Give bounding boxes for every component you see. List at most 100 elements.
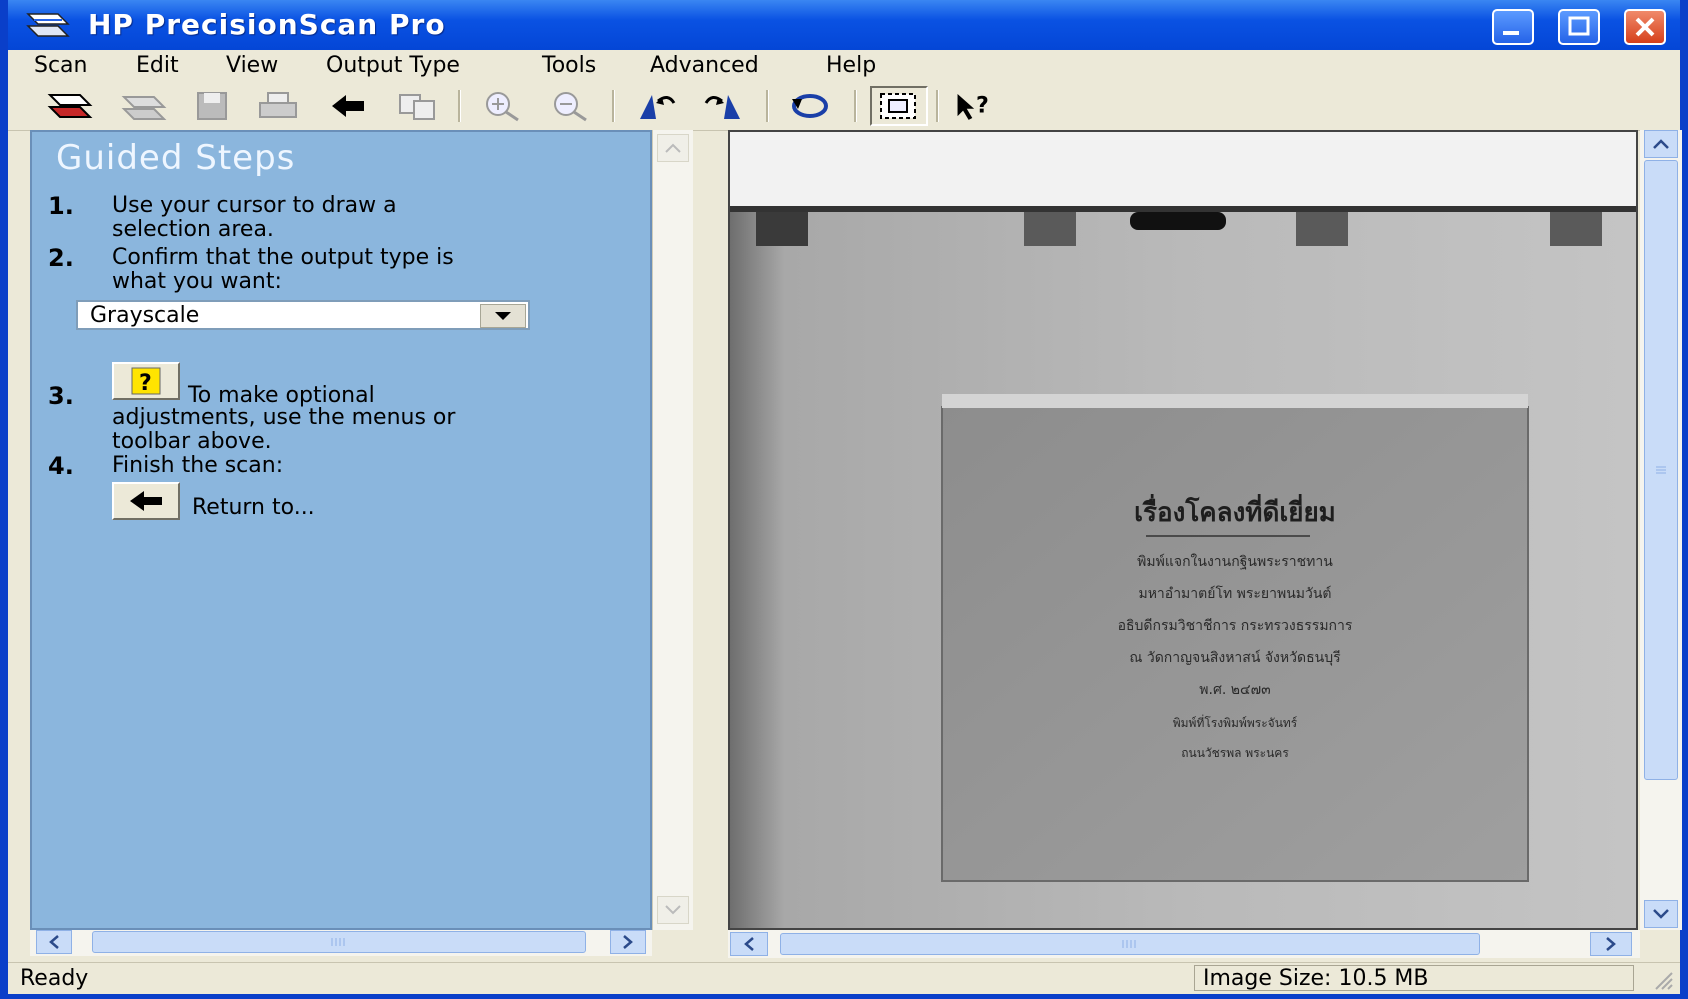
menu-view[interactable]: View <box>226 53 278 78</box>
app-window: HP PrecisionScan Pro Scan Edit View Outp… <box>0 0 1688 999</box>
status-bar: Ready Image Size: 10.5 MB <box>8 962 1680 994</box>
step-1-line1: Use your cursor to draw a <box>112 193 397 218</box>
grip-icon <box>1122 940 1136 948</box>
chevron-up-icon <box>665 143 681 153</box>
status-text: Ready <box>20 966 89 991</box>
scroll-up-button[interactable] <box>657 134 689 162</box>
scroll-down-button[interactable] <box>657 896 689 924</box>
menu-output-type[interactable]: Output Type <box>326 53 460 78</box>
status-image-size-panel: Image Size: 10.5 MB <box>1194 965 1634 991</box>
left-vertical-scrollbar[interactable] <box>652 130 693 930</box>
return-label: Return to... <box>192 495 315 520</box>
toolbar-separator <box>612 90 615 122</box>
book-line: อธิบดีกรมวิชาชีการ กระทรวงธรรมการ <box>1117 618 1353 634</box>
scroll-up-button[interactable] <box>1644 130 1678 158</box>
step-2-line2: what you want: <box>112 269 282 294</box>
dropdown-button[interactable] <box>480 304 526 328</box>
step-4-text: Finish the scan: <box>112 453 284 478</box>
chevron-down-icon <box>665 905 681 915</box>
chevron-right-icon <box>623 935 633 949</box>
copy-icon[interactable] <box>394 88 442 124</box>
scroll-right-button[interactable] <box>1590 932 1632 956</box>
chevron-up-icon <box>1653 139 1669 149</box>
svg-text:?: ? <box>139 371 152 396</box>
return-button[interactable] <box>112 482 180 520</box>
help-icon: ? <box>131 367 161 396</box>
book-line: ถนนวัชรพล พระนคร <box>1181 746 1289 760</box>
resize-grip-icon[interactable] <box>1650 969 1674 991</box>
book-line: พ.ศ. ๒๔๗๓ <box>1199 682 1271 698</box>
flip-right-icon[interactable] <box>700 88 748 124</box>
menu-edit[interactable]: Edit <box>136 53 179 78</box>
scroll-thumb[interactable] <box>780 933 1480 955</box>
select-area-button[interactable] <box>870 86 928 126</box>
toolbar-separator <box>458 90 461 122</box>
rescan-icon[interactable] <box>120 88 168 124</box>
menu-advanced[interactable]: Advanced <box>650 53 759 78</box>
adjustments-help-button[interactable]: ? <box>112 362 180 400</box>
title-bar[interactable]: HP PrecisionScan Pro <box>8 0 1680 50</box>
toolbar-separator <box>854 90 857 122</box>
left-horizontal-scrollbar[interactable] <box>30 930 652 956</box>
close-button[interactable] <box>1624 9 1666 45</box>
toolbar-separator <box>936 90 939 122</box>
print-icon[interactable] <box>254 88 302 124</box>
step-1-line2: selection area. <box>112 217 274 242</box>
chevron-down-icon <box>495 312 511 320</box>
window-title: HP PrecisionScan Pro <box>88 8 446 41</box>
right-horizontal-scrollbar[interactable] <box>728 930 1640 958</box>
zoom-in-icon[interactable] <box>478 88 526 124</box>
step-3-line2: adjustments, use the menus or <box>112 405 456 430</box>
minimize-icon <box>1503 31 1519 35</box>
zoom-out-icon[interactable] <box>546 88 594 124</box>
output-type-value: Grayscale <box>90 303 200 328</box>
scroll-left-button[interactable] <box>730 932 768 956</box>
menu-bar: Scan Edit View Output Type Tools Advance… <box>8 50 1680 82</box>
book-line: พิมพ์ที่โรงพิมพ์พระจันทร์ <box>1172 716 1298 730</box>
maximize-button[interactable] <box>1558 9 1600 45</box>
chevron-right-icon <box>1606 937 1616 951</box>
select-area-icon <box>880 93 916 119</box>
menu-help[interactable]: Help <box>826 53 876 78</box>
scroll-down-button[interactable] <box>1644 900 1678 928</box>
step-number: 1. <box>48 192 74 220</box>
right-vertical-scrollbar[interactable] <box>1640 130 1682 930</box>
guided-steps-title: Guided Steps <box>56 138 296 178</box>
grip-icon <box>331 938 345 946</box>
step-3-line3: toolbar above. <box>112 429 272 454</box>
book-text-block: พิมพ์แจกในงานกฐินพระราชทาน มหาอำมาตย์โท … <box>942 546 1528 706</box>
step-2-text: Confirm that the output type is what you… <box>112 246 454 294</box>
minimize-button[interactable] <box>1492 9 1534 45</box>
back-arrow-icon[interactable] <box>324 88 372 124</box>
chevron-left-icon <box>49 935 59 949</box>
scroll-right-button[interactable] <box>610 930 646 954</box>
close-icon <box>1635 17 1655 37</box>
help-pointer-icon[interactable]: ? <box>952 88 1000 124</box>
image-size-text: Image Size: 10.5 MB <box>1203 966 1429 991</box>
flip-left-icon[interactable] <box>632 88 680 124</box>
rotate-icon[interactable] <box>786 88 834 124</box>
guided-steps-panel: Guided Steps 1. Use your cursor to draw … <box>30 130 652 930</box>
toolbar: ? <box>8 82 1680 131</box>
book-line: พิมพ์แจกในงานกฐินพระราชทาน <box>1137 554 1333 570</box>
scan-icon[interactable] <box>46 88 94 124</box>
step-1-text: Use your cursor to draw a selection area… <box>112 194 397 242</box>
book-title: เรื่องโคลงที่ดีเยี่ยม <box>1134 498 1336 528</box>
book-publisher-block: พิมพ์ที่โรงพิมพ์พระจันทร์ ถนนวัชรพล พระน… <box>942 708 1528 768</box>
save-icon[interactable] <box>188 88 236 124</box>
toolbar-separator <box>766 90 769 122</box>
step-3-rest: adjustments, use the menus or toolbar ab… <box>112 406 455 454</box>
output-type-select[interactable]: Grayscale <box>76 300 530 330</box>
grip-icon <box>1656 466 1666 474</box>
scan-preview[interactable]: เรื่องโคลงที่ดีเยี่ยม พิมพ์แจกในงานกฐินพ… <box>728 130 1638 930</box>
scroll-left-button[interactable] <box>36 930 72 954</box>
scroll-thumb[interactable] <box>1644 160 1678 780</box>
step-2-line1: Confirm that the output type is <box>112 245 454 270</box>
book-line: ณ วัดกาญจนสิงหาสน์ จังหวัดธนบุรี <box>1129 650 1341 666</box>
step-number: 3. <box>48 382 74 410</box>
menu-tools[interactable]: Tools <box>542 53 596 78</box>
scroll-thumb[interactable] <box>92 931 586 953</box>
menu-scan[interactable]: Scan <box>34 53 88 78</box>
step-number: 2. <box>48 244 74 272</box>
chevron-left-icon <box>744 937 754 951</box>
